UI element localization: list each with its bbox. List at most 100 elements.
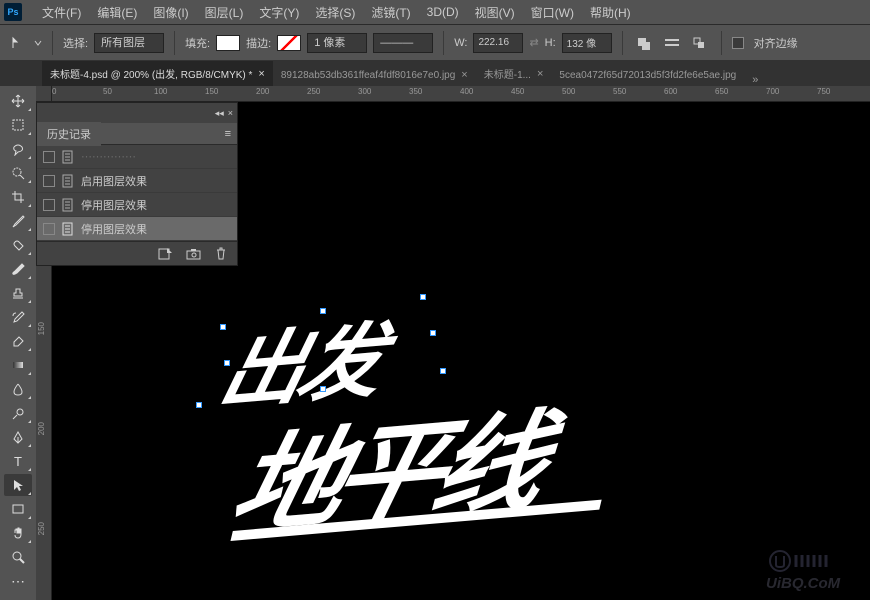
move-tool[interactable] bbox=[4, 90, 32, 112]
toolbox: T ⋯ bbox=[0, 86, 36, 600]
path-select-tool[interactable] bbox=[4, 474, 32, 496]
crop-tool[interactable] bbox=[4, 186, 32, 208]
menu-type[interactable]: 文字(Y) bbox=[251, 4, 307, 21]
panel-header: ◂◂ × bbox=[37, 103, 237, 123]
history-label: 启用图层效果 bbox=[81, 173, 147, 189]
dodge-tool[interactable] bbox=[4, 402, 32, 424]
tab[interactable]: 未标题-1... × bbox=[476, 61, 552, 86]
trash-icon[interactable] bbox=[215, 247, 227, 260]
tab-label: 5cea0472f65d72013d5f3fd2fe6e5ae.jpg bbox=[559, 70, 736, 81]
type-tool[interactable]: T bbox=[4, 450, 32, 472]
menu-edit[interactable]: 编辑(E) bbox=[89, 4, 145, 21]
tab[interactable]: 89128ab53db361ffeaf4fdf8016e7e0.jpg × bbox=[273, 64, 476, 86]
tab-label: 89128ab53db361ffeaf4fdf8016e7e0.jpg bbox=[281, 70, 455, 81]
blur-tool[interactable] bbox=[4, 378, 32, 400]
pen-tool[interactable] bbox=[4, 426, 32, 448]
stroke-swatch[interactable] bbox=[277, 35, 301, 51]
history-label: 停用图层效果 bbox=[81, 221, 147, 237]
history-item[interactable]: 停用图层效果 bbox=[37, 193, 237, 217]
tab-label: 未标题-1... bbox=[484, 66, 531, 81]
tab-label: 未标题-4.psd @ 200% (出发, RGB/8/CMYK) * bbox=[50, 66, 252, 81]
history-panel: ◂◂ × 历史记录 ≡ ⋯⋯⋯⋯⋯ 启用图层效果 停用图层效果 停用图层效果 bbox=[36, 102, 238, 266]
menu-3d[interactable]: 3D(D) bbox=[419, 5, 467, 19]
width-label: W: bbox=[454, 37, 467, 49]
menu-bar: Ps 文件(F) 编辑(E) 图像(I) 图层(L) 文字(Y) 选择(S) 滤… bbox=[0, 0, 870, 24]
history-tab[interactable]: 历史记录 bbox=[37, 122, 101, 146]
artwork[interactable]: 出发 地平线 bbox=[178, 278, 580, 559]
document-icon bbox=[61, 198, 75, 212]
artwork-line2: 地平线 bbox=[219, 375, 557, 556]
tab[interactable]: 5cea0472f65d72013d5f3fd2fe6e5ae.jpg bbox=[551, 65, 744, 86]
gradient-tool[interactable] bbox=[4, 354, 32, 376]
hand-tool[interactable] bbox=[4, 522, 32, 544]
marquee-tool[interactable] bbox=[4, 114, 32, 136]
width-input[interactable] bbox=[473, 33, 523, 53]
history-check[interactable] bbox=[43, 223, 55, 235]
menu-view[interactable]: 视图(V) bbox=[467, 4, 523, 21]
options-bar: 选择: 所有图层 填充: 描边: 1 像素 ——— W: ⇄ H: 对齐边缘 bbox=[0, 24, 870, 60]
menu-filter[interactable]: 滤镜(T) bbox=[363, 4, 418, 21]
stroke-style-select[interactable]: ——— bbox=[373, 33, 433, 53]
rectangle-tool[interactable] bbox=[4, 498, 32, 520]
eraser-tool[interactable] bbox=[4, 330, 32, 352]
history-label: 停用图层效果 bbox=[81, 197, 147, 213]
menu-file[interactable]: 文件(F) bbox=[34, 4, 89, 21]
path-op-unite-icon[interactable] bbox=[633, 33, 655, 53]
watermark-text: UiBQ.CoM bbox=[766, 575, 856, 592]
align-edges-checkbox[interactable] bbox=[732, 37, 744, 49]
layer-select[interactable]: 所有图层 bbox=[94, 33, 164, 53]
path-align-icon[interactable] bbox=[661, 33, 683, 53]
history-check[interactable] bbox=[43, 199, 55, 211]
link-wh-icon[interactable]: ⇄ bbox=[529, 36, 538, 49]
menu-help[interactable]: 帮助(H) bbox=[582, 4, 639, 21]
menu-window[interactable]: 窗口(W) bbox=[523, 4, 582, 21]
lasso-tool[interactable] bbox=[4, 138, 32, 160]
height-label: H: bbox=[545, 37, 556, 49]
close-icon[interactable]: × bbox=[537, 68, 543, 80]
select-label: 选择: bbox=[63, 35, 88, 51]
panel-collapse-icon[interactable]: ◂◂ bbox=[215, 108, 224, 119]
history-list: ⋯⋯⋯⋯⋯ 启用图层效果 停用图层效果 停用图层效果 bbox=[37, 145, 237, 241]
brush-tool[interactable] bbox=[4, 258, 32, 280]
close-icon[interactable]: × bbox=[258, 68, 264, 80]
height-input[interactable] bbox=[562, 33, 612, 53]
more-tools[interactable]: ⋯ bbox=[4, 570, 32, 592]
menu-image[interactable]: 图像(I) bbox=[145, 4, 196, 21]
tab-active[interactable]: 未标题-4.psd @ 200% (出发, RGB/8/CMYK) * × bbox=[42, 61, 273, 86]
healing-tool[interactable] bbox=[4, 234, 32, 256]
history-item-active[interactable]: 停用图层效果 bbox=[37, 217, 237, 241]
ruler-horizontal[interactable]: 0501001502002503003504004505005506006507… bbox=[52, 86, 870, 102]
panel-menu-icon[interactable]: ≡ bbox=[219, 128, 237, 140]
stamp-tool[interactable] bbox=[4, 282, 32, 304]
snapshot-icon[interactable] bbox=[186, 248, 201, 260]
close-icon[interactable]: × bbox=[461, 69, 467, 81]
menu-layer[interactable]: 图层(L) bbox=[197, 4, 252, 21]
document-icon bbox=[61, 150, 75, 164]
document-icon bbox=[61, 222, 75, 236]
svg-text:T: T bbox=[14, 454, 22, 468]
document-tabs: 未标题-4.psd @ 200% (出发, RGB/8/CMYK) * × 891… bbox=[0, 60, 870, 86]
history-check[interactable] bbox=[43, 151, 55, 163]
stroke-width-select[interactable]: 1 像素 bbox=[307, 33, 367, 53]
document-icon bbox=[61, 174, 75, 188]
menu-select[interactable]: 选择(S) bbox=[307, 4, 363, 21]
history-check[interactable] bbox=[43, 175, 55, 187]
ps-logo: Ps bbox=[4, 3, 22, 21]
watermark: UiBQ.CoM bbox=[766, 547, 856, 592]
fill-swatch[interactable] bbox=[216, 35, 240, 51]
tool-preset-icon[interactable] bbox=[8, 33, 28, 53]
history-item[interactable]: 启用图层效果 bbox=[37, 169, 237, 193]
panel-close-icon[interactable]: × bbox=[228, 108, 233, 118]
history-brush-tool[interactable] bbox=[4, 306, 32, 328]
new-doc-icon[interactable] bbox=[158, 248, 172, 260]
history-footer bbox=[37, 241, 237, 265]
eyedropper-tool[interactable] bbox=[4, 210, 32, 232]
tab-overflow-icon[interactable]: » bbox=[744, 74, 766, 86]
zoom-tool[interactable] bbox=[4, 546, 32, 568]
chevron-down-icon[interactable] bbox=[34, 39, 42, 47]
history-item[interactable]: ⋯⋯⋯⋯⋯ bbox=[37, 145, 237, 169]
quick-select-tool[interactable] bbox=[4, 162, 32, 184]
path-arrange-icon[interactable] bbox=[689, 33, 711, 53]
ruler-corner bbox=[36, 86, 52, 102]
stroke-label: 描边: bbox=[246, 35, 271, 51]
